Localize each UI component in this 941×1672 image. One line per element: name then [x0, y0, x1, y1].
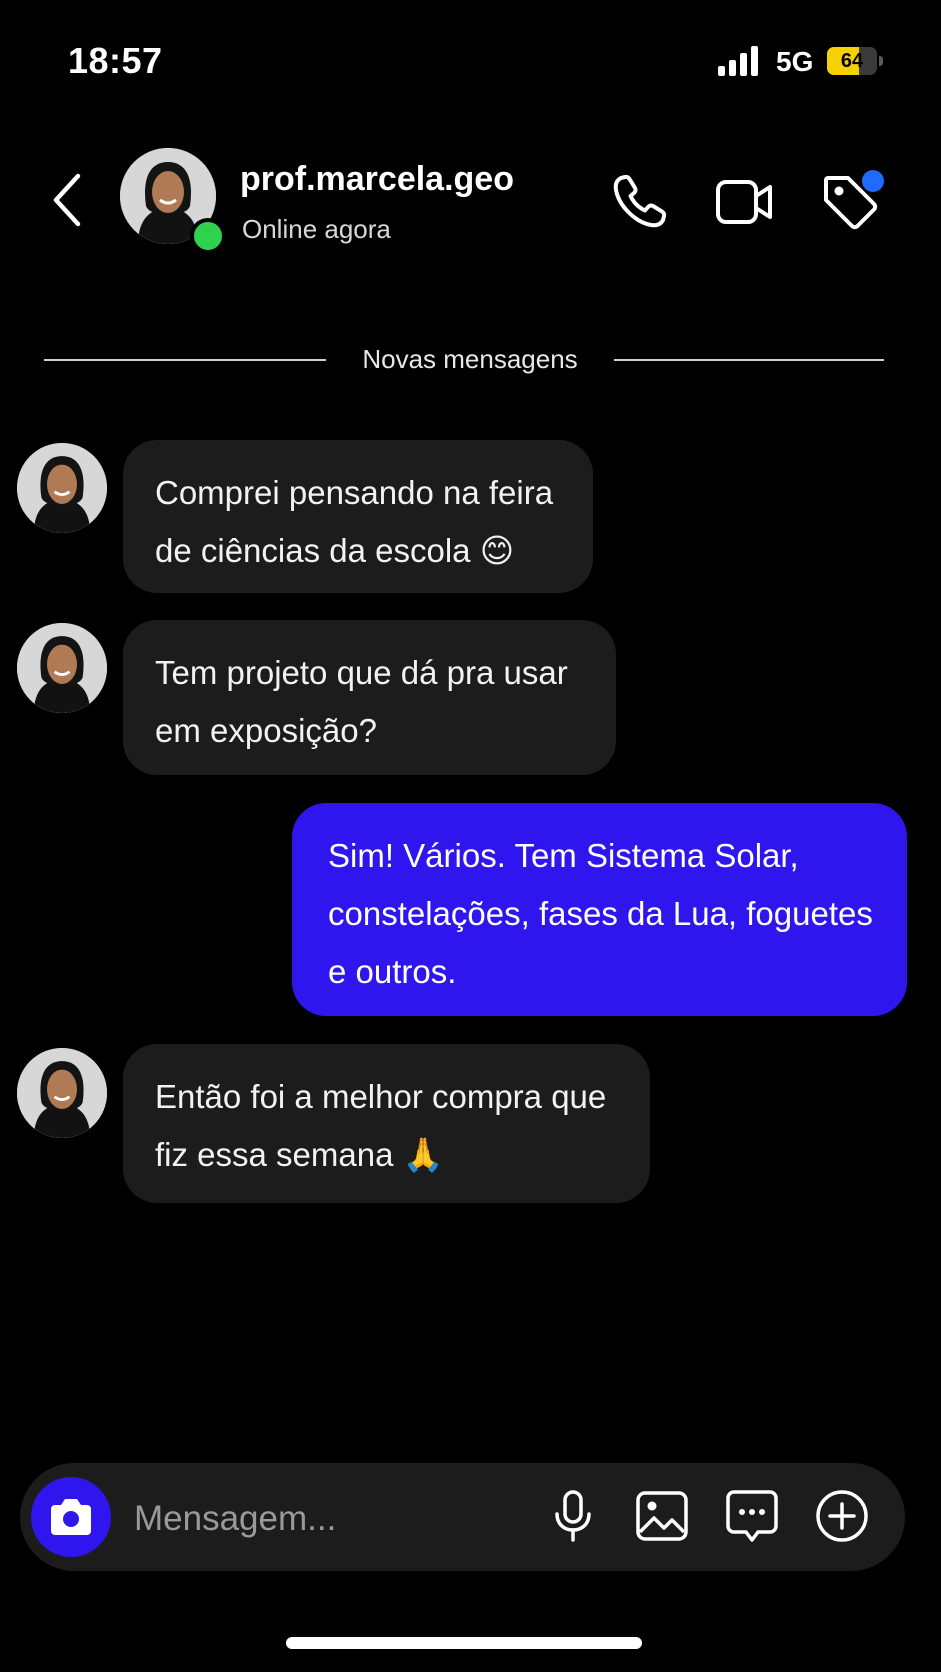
message-line: Tem projeto que dá pra usar — [155, 654, 568, 691]
image-icon[interactable] — [634, 1488, 690, 1544]
notification-badge — [862, 170, 884, 192]
contact-name[interactable]: prof.marcela.geo — [240, 160, 514, 199]
message-line: fiz essa semana 🙏 — [155, 1136, 444, 1173]
message-line: de ciências da escola 😊 — [155, 532, 515, 569]
message-line: em exposição? — [155, 712, 377, 749]
back-chevron-icon[interactable] — [50, 172, 84, 228]
person-avatar-icon — [17, 1048, 107, 1138]
battery-percent: 64 — [840, 50, 864, 72]
divider-line-left — [44, 359, 326, 361]
sender-avatar[interactable] — [17, 1048, 107, 1138]
message-line: e outros. — [328, 953, 457, 990]
person-avatar-icon — [17, 623, 107, 713]
person-avatar-icon — [17, 443, 107, 533]
microphone-icon[interactable] — [545, 1488, 601, 1544]
chat-bubble-icon[interactable] — [724, 1488, 780, 1544]
camera-button[interactable] — [31, 1477, 111, 1557]
phone-icon[interactable] — [607, 170, 671, 234]
new-messages-divider: Novas mensagens — [362, 344, 578, 374]
video-camera-icon[interactable] — [712, 170, 776, 234]
battery-tip — [879, 56, 883, 66]
message-line: constelações, fases da Lua, foguetes — [328, 895, 873, 932]
camera-icon — [51, 1499, 91, 1535]
message-bubble-incoming[interactable]: Comprei pensando na feira de ciências da… — [123, 440, 593, 593]
plus-circle-icon[interactable] — [814, 1488, 870, 1544]
message-line: Sim! Vários. Tem Sistema Solar, — [328, 837, 799, 874]
battery-indicator: 64 — [827, 47, 883, 75]
message-line: Comprei pensando na feira — [155, 474, 554, 511]
sender-avatar[interactable] — [17, 623, 107, 713]
home-indicator[interactable] — [286, 1637, 642, 1649]
network-type: 5G — [776, 46, 814, 77]
contact-status: Online agora — [242, 214, 391, 244]
message-bubble-outgoing[interactable]: Sim! Vários. Tem Sistema Solar, constela… — [292, 803, 907, 1016]
status-time: 18:57 — [68, 40, 163, 81]
message-line: Então foi a melhor compra que — [155, 1078, 607, 1115]
online-status-dot — [190, 218, 226, 254]
signal-icon — [718, 46, 758, 76]
message-input[interactable] — [132, 1490, 516, 1548]
message-bubble-incoming[interactable]: Tem projeto que dá pra usar em exposição… — [123, 620, 616, 775]
message-bubble-incoming[interactable]: Então foi a melhor compra que fiz essa s… — [123, 1044, 650, 1203]
divider-line-right — [614, 359, 884, 361]
sender-avatar[interactable] — [17, 443, 107, 533]
